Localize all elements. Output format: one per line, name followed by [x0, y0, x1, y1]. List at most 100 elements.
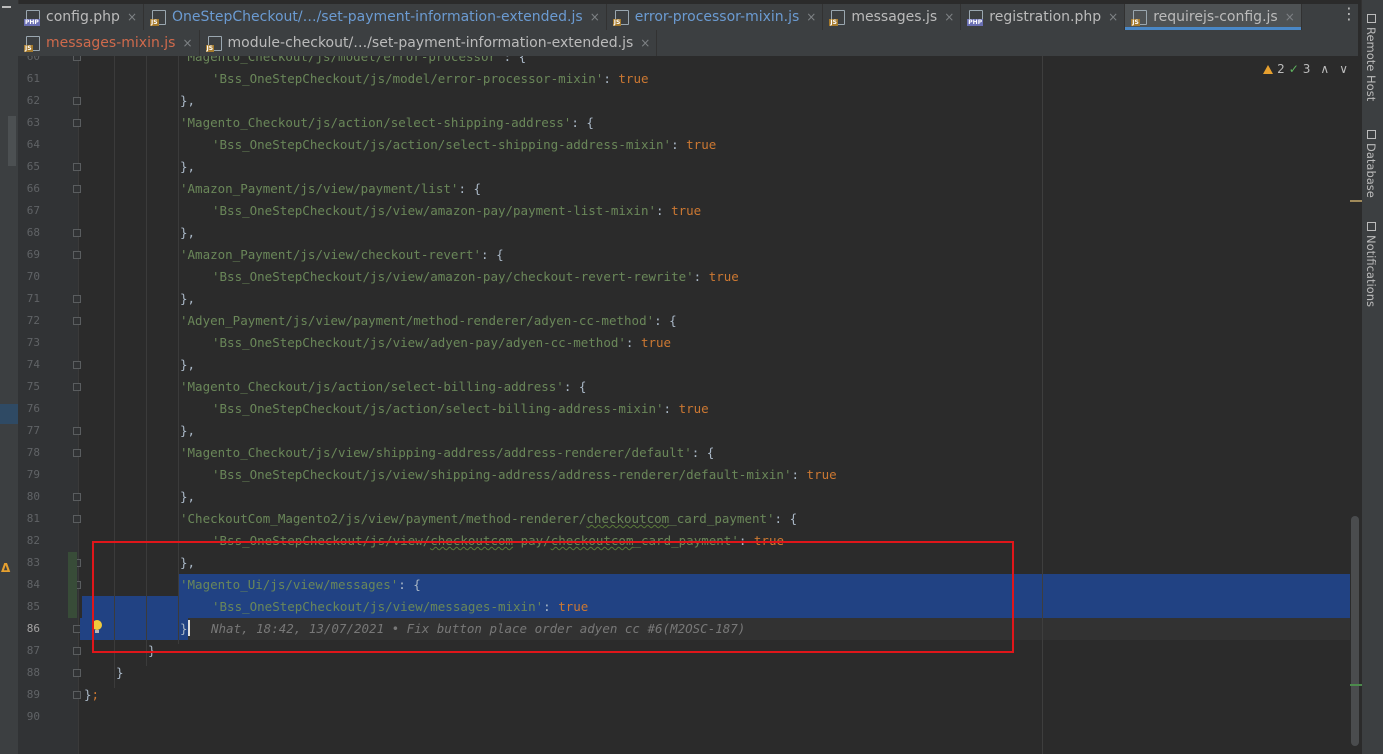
- code-keyword: true: [708, 269, 739, 284]
- collapse-icon[interactable]: [2, 6, 11, 8]
- line-number[interactable]: 87: [18, 640, 40, 662]
- line-number[interactable]: 76: [18, 398, 40, 420]
- line-number[interactable]: 68: [18, 222, 40, 244]
- fold-marker-icon[interactable]: [73, 229, 81, 237]
- fold-marker-icon[interactable]: [73, 119, 81, 127]
- code-editor[interactable]: 60 61 62 63 64 65 66 67 68 69 70 71 72 73 74 75 76 77 78 79…: [18, 56, 1362, 754]
- line-number[interactable]: 66: [18, 178, 40, 200]
- code-line-67: 'Bss_OneStepCheckout/js/view/amazon-pay/…: [212, 200, 701, 222]
- code-line-66: 'Amazon_Payment/js/view/payment/list': {: [180, 178, 481, 200]
- line-number[interactable]: 61: [18, 68, 40, 90]
- editor-tab[interactable]: JS error-processor-mixin.js ×: [607, 4, 824, 30]
- line-number[interactable]: 65: [18, 156, 40, 178]
- fold-marker-icon[interactable]: [73, 647, 81, 655]
- line-number[interactable]: 64: [18, 134, 40, 156]
- file-type-tag: JS: [24, 44, 33, 52]
- line-number[interactable]: 77: [18, 420, 40, 442]
- editor-tab[interactable]: JS messages-mixin.js ×: [18, 30, 200, 56]
- fold-marker-icon[interactable]: [73, 515, 81, 523]
- fold-marker-icon[interactable]: [73, 97, 81, 105]
- code-punct: :: [791, 467, 807, 482]
- fold-marker-icon[interactable]: [73, 691, 81, 699]
- line-number[interactable]: 86: [18, 618, 40, 640]
- vertical-scrollbar[interactable]: [1350, 56, 1362, 754]
- fold-marker-icon[interactable]: [73, 251, 81, 259]
- fold-marker-icon[interactable]: [73, 361, 81, 369]
- file-type-tag: JS: [150, 18, 159, 26]
- close-icon[interactable]: ×: [640, 36, 650, 50]
- line-number[interactable]: 69: [18, 244, 40, 266]
- close-icon[interactable]: ×: [806, 10, 816, 24]
- line-number[interactable]: 78: [18, 442, 40, 464]
- line-number[interactable]: 83: [18, 552, 40, 574]
- line-number[interactable]: 75: [18, 376, 40, 398]
- line-number[interactable]: 71: [18, 288, 40, 310]
- line-number[interactable]: 80: [18, 486, 40, 508]
- close-icon[interactable]: ×: [1285, 10, 1295, 24]
- code-line-60: 'Magento_Checkout/js/model/error-process…: [180, 56, 526, 68]
- code-punct: }: [116, 665, 124, 680]
- editor-tab[interactable]: PHP registration.php ×: [961, 4, 1126, 30]
- fold-marker-icon[interactable]: [73, 56, 81, 61]
- close-icon[interactable]: ×: [1108, 10, 1118, 24]
- line-number[interactable]: 67: [18, 200, 40, 222]
- inspection-widget[interactable]: 2 ✓ 3 ∧ ∨: [1263, 62, 1348, 76]
- code-line-79: 'Bss_OneStepCheckout/js/view/shipping-ad…: [212, 464, 837, 486]
- line-number[interactable]: 89: [18, 684, 40, 706]
- editor-tab[interactable]: PHP config.php ×: [18, 4, 144, 30]
- line-number[interactable]: 85: [18, 596, 40, 618]
- remote-host-label: Remote Host: [1364, 27, 1378, 102]
- weak-warning-count: 3: [1302, 62, 1311, 76]
- tool-window-marker[interactable]: [8, 116, 16, 166]
- fold-marker-icon[interactable]: [73, 427, 81, 435]
- close-icon[interactable]: ×: [944, 10, 954, 24]
- code-punct: : {: [691, 445, 715, 460]
- fold-marker-icon[interactable]: [73, 295, 81, 303]
- js-file-icon: JS: [829, 9, 846, 26]
- vcs-change-marker[interactable]: [68, 552, 77, 618]
- fold-marker-icon[interactable]: [73, 185, 81, 193]
- notifications-tool[interactable]: Notifications: [1364, 222, 1378, 307]
- line-number[interactable]: 88: [18, 662, 40, 684]
- line-number[interactable]: 60: [18, 56, 40, 68]
- code-punct: :: [625, 335, 641, 350]
- line-number[interactable]: 81: [18, 508, 40, 530]
- editor-tab[interactable]: JS OneStepCheckout/…/set-payment-informat…: [144, 4, 607, 30]
- fold-marker-icon[interactable]: [73, 493, 81, 501]
- previous-problem-button[interactable]: ∧: [1320, 62, 1329, 76]
- line-number[interactable]: 72: [18, 310, 40, 332]
- line-number[interactable]: 79: [18, 464, 40, 486]
- code-punct: :: [663, 401, 679, 416]
- fold-marker-icon[interactable]: [73, 383, 81, 391]
- remote-host-icon: [1366, 14, 1376, 23]
- code-string: 'Bss_OneStepCheckout/js/view/shipping-ad…: [212, 467, 792, 482]
- code-punct: : {: [458, 181, 482, 196]
- line-number[interactable]: 74: [18, 354, 40, 376]
- line-number[interactable]: 73: [18, 332, 40, 354]
- active-tool-marker[interactable]: [0, 404, 18, 424]
- database-tool[interactable]: Database: [1364, 130, 1378, 198]
- line-number[interactable]: 63: [18, 112, 40, 134]
- close-icon[interactable]: ×: [127, 10, 137, 24]
- close-icon[interactable]: ×: [590, 10, 600, 24]
- line-number[interactable]: 62: [18, 90, 40, 112]
- fold-marker-icon[interactable]: [73, 449, 81, 457]
- code-line-89: };: [84, 684, 99, 706]
- editor-tab[interactable]: JS module-checkout/…/set-payment-informat…: [200, 30, 658, 56]
- line-number[interactable]: 70: [18, 266, 40, 288]
- fold-marker-icon[interactable]: [73, 163, 81, 171]
- remote-host-tool[interactable]: Remote Host: [1364, 14, 1378, 101]
- php-file-icon: PHP: [24, 9, 40, 26]
- scrollbar-thumb[interactable]: [1351, 516, 1359, 746]
- close-icon[interactable]: ×: [182, 36, 192, 50]
- warning-icon[interactable]: Δ: [1, 561, 10, 575]
- line-number[interactable]: 82: [18, 530, 40, 552]
- fold-marker-icon[interactable]: [73, 317, 81, 325]
- line-number[interactable]: 90: [18, 706, 40, 728]
- next-problem-button[interactable]: ∨: [1339, 62, 1348, 76]
- tab-menu-icon[interactable]: ⋮: [1341, 6, 1357, 22]
- editor-tab[interactable]: JS requirejs-config.js ×: [1125, 4, 1302, 30]
- fold-marker-icon[interactable]: [73, 669, 81, 677]
- editor-tab[interactable]: JS messages.js ×: [823, 4, 962, 30]
- line-number[interactable]: 84: [18, 574, 40, 596]
